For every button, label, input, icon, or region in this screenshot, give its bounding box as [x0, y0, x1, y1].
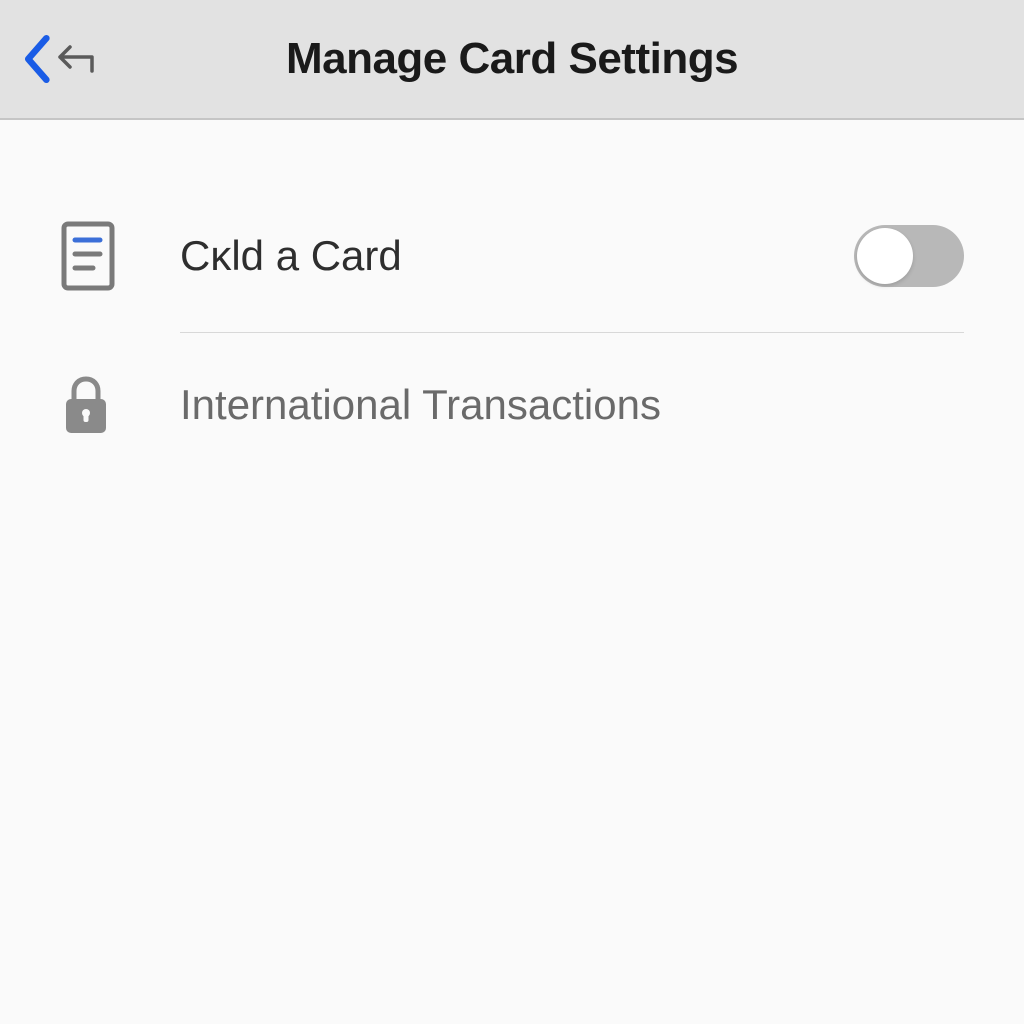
lock-icon — [60, 373, 140, 437]
setting-label-card: Cĸld a Card — [180, 232, 854, 280]
card-toggle[interactable] — [854, 225, 964, 287]
row-divider — [180, 332, 964, 333]
page-title: Manage Card Settings — [286, 34, 738, 84]
settings-content: Cĸld a Card International Transactions — [0, 120, 1024, 467]
setting-row-card[interactable]: Cĸld a Card — [60, 190, 964, 322]
chevron-left-icon — [20, 33, 52, 85]
toggle-knob — [857, 228, 913, 284]
setting-row-international[interactable]: International Transactions — [60, 343, 964, 467]
back-arrow-icon — [56, 39, 96, 79]
header-bar: Manage Card Settings — [0, 0, 1024, 120]
setting-label-international: International Transactions — [180, 381, 964, 429]
document-icon — [60, 220, 140, 292]
back-button[interactable] — [20, 33, 96, 85]
